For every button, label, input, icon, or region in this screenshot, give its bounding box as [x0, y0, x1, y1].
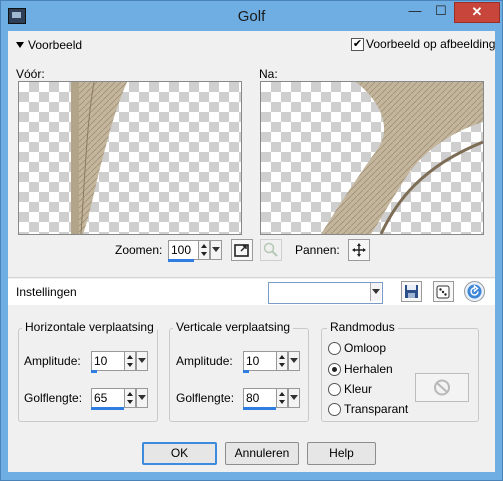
- dialog-body: Voorbeeld ✔ Voorbeeld op afbeelding Vóór…: [8, 31, 495, 472]
- cancel-button[interactable]: Annuleren: [225, 442, 299, 465]
- before-label: Vóór:: [16, 67, 45, 81]
- after-preview[interactable]: [260, 81, 484, 235]
- zoom-label: Zoomen:: [115, 243, 163, 257]
- preview-on-image-label[interactable]: Voorbeeld op afbeelding: [366, 37, 495, 51]
- before-preview[interactable]: [18, 81, 242, 235]
- horizontal-group-title: Horizontale verplaatsing: [22, 320, 157, 334]
- pan-label: Pannen:: [295, 243, 340, 257]
- vertical-amplitude-spinner[interactable]: [276, 351, 288, 371]
- move-icon: [352, 243, 366, 257]
- horizontal-amplitude-spinner[interactable]: [124, 351, 136, 371]
- option-wrap-label[interactable]: Omloop: [344, 341, 386, 355]
- vertical-wavelength-input[interactable]: 80: [243, 388, 277, 408]
- maximize-icon: ☐: [435, 3, 447, 18]
- horizontal-amplitude-slider[interactable]: [91, 370, 97, 373]
- pan-button[interactable]: [348, 239, 370, 261]
- help-button[interactable]: Help: [307, 442, 376, 465]
- zoom-tool-button[interactable]: [260, 239, 282, 261]
- checkbox-checked-icon[interactable]: ✔: [351, 38, 364, 51]
- no-color-icon: [434, 379, 450, 396]
- radio-repeat-option[interactable]: [328, 363, 341, 376]
- zoom-fit-button[interactable]: [231, 239, 253, 261]
- edge-mode-title: Randmodus: [327, 320, 398, 334]
- zoom-slider[interactable]: [168, 259, 194, 262]
- title-bar[interactable]: Golf — ☐ ✕: [1, 1, 502, 31]
- zoom-fit-icon: [234, 244, 249, 257]
- edge-color-swatch[interactable]: [415, 373, 469, 402]
- horizontal-wavelength-spinner[interactable]: [124, 388, 136, 408]
- vertical-group-title: Verticale verplaatsing: [173, 320, 294, 334]
- save-preset-icon: [405, 285, 418, 298]
- zoom-spinner[interactable]: [198, 240, 210, 260]
- after-label: Na:: [259, 67, 278, 81]
- random-button[interactable]: [433, 281, 454, 302]
- reset-button[interactable]: [464, 281, 485, 302]
- horizontal-wavelength-input[interactable]: 65: [91, 388, 125, 408]
- save-preset-button[interactable]: [401, 281, 422, 302]
- horizontal-amplitude-dropdown[interactable]: [136, 351, 148, 371]
- vertical-wavelength-spinner[interactable]: [276, 388, 288, 408]
- vertical-wavelength-slider[interactable]: [243, 407, 276, 410]
- after-preview-image: [321, 82, 483, 234]
- zoom-dropdown[interactable]: [210, 240, 222, 260]
- settings-row: Instellingen: [8, 279, 495, 305]
- preview-section-header[interactable]: Voorbeeld ✔ Voorbeeld op afbeelding: [8, 33, 495, 57]
- vertical-wavelength-dropdown[interactable]: [288, 388, 300, 408]
- reset-icon: [467, 284, 482, 299]
- option-transparent-label[interactable]: Transparant: [344, 402, 408, 416]
- preset-dropdown[interactable]: [268, 282, 383, 304]
- dialog-window: Golf — ☐ ✕ Voorbeeld ✔ Voorbeeld op afbe…: [0, 0, 503, 481]
- radio-color-option[interactable]: [328, 383, 341, 396]
- vertical-amplitude-input[interactable]: 10: [243, 351, 277, 371]
- dice-icon: [436, 285, 450, 299]
- magnifier-icon: [263, 242, 278, 257]
- horizontal-wavelength-label: Golflengte:: [24, 391, 83, 405]
- section-divider: [8, 277, 495, 278]
- vertical-amplitude-label: Amplitude:: [176, 354, 233, 368]
- preview-section-label: Voorbeeld: [28, 38, 83, 52]
- minimize-icon: —: [408, 3, 422, 18]
- minimize-button[interactable]: —: [402, 2, 428, 21]
- vertical-amplitude-slider[interactable]: [243, 370, 249, 373]
- horizontal-wavelength-dropdown[interactable]: [136, 388, 148, 408]
- zoom-input[interactable]: 100: [168, 240, 199, 260]
- option-repeat-label[interactable]: Herhalen: [344, 362, 393, 376]
- radio-transparent-option[interactable]: [328, 403, 341, 416]
- horizontal-wavelength-slider[interactable]: [91, 407, 124, 410]
- maximize-button[interactable]: ☐: [428, 2, 454, 21]
- close-button[interactable]: ✕: [454, 2, 500, 23]
- option-color-label[interactable]: Kleur: [344, 382, 372, 396]
- horizontal-amplitude-input[interactable]: 10: [91, 351, 125, 371]
- ok-button[interactable]: OK: [142, 442, 217, 465]
- settings-label: Instellingen: [16, 285, 77, 299]
- preset-dropdown-arrow[interactable]: [370, 283, 381, 301]
- before-preview-image: [71, 82, 127, 234]
- collapse-arrow-icon[interactable]: [16, 42, 24, 48]
- vertical-amplitude-dropdown[interactable]: [288, 351, 300, 371]
- close-icon: ✕: [471, 4, 483, 19]
- vertical-wavelength-label: Golflengte:: [176, 391, 235, 405]
- radio-wrap-option[interactable]: [328, 342, 341, 355]
- horizontal-amplitude-label: Amplitude:: [24, 354, 81, 368]
